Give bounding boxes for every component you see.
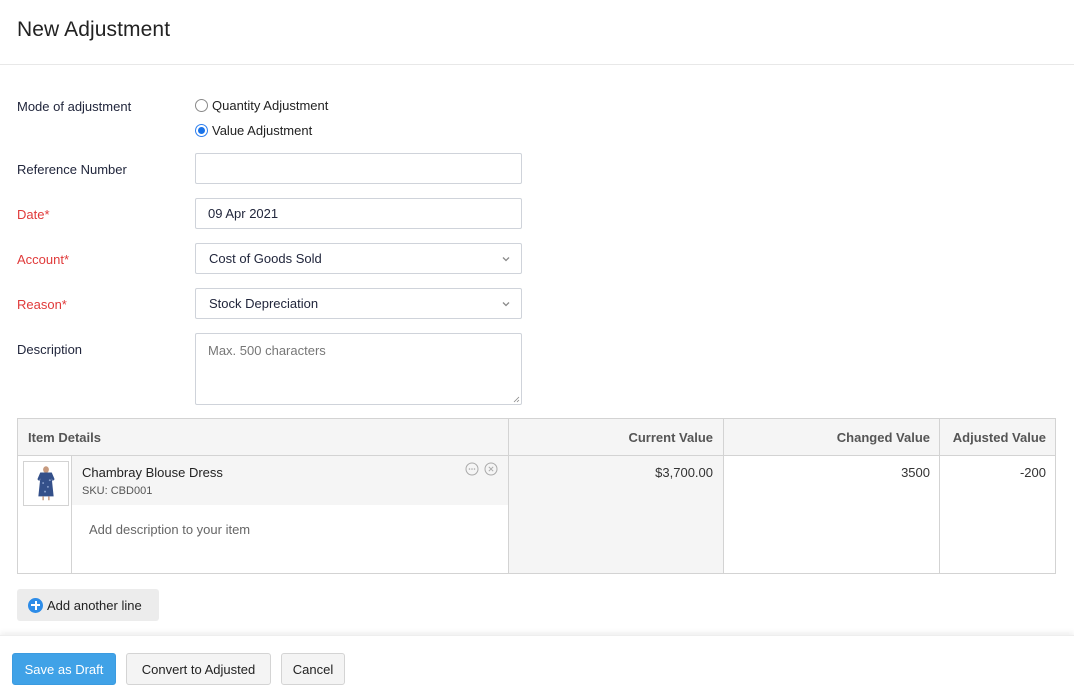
radio-unchecked-icon[interactable] [195,99,208,112]
item-name[interactable]: Chambray Blouse Dress [82,465,223,480]
reference-number-label: Reference Number [17,162,127,177]
more-options-icon[interactable] [465,462,479,476]
account-value: Cost of Goods Sold [209,251,322,266]
reason-select[interactable]: Stock Depreciation [195,288,522,319]
column-divider [508,419,509,573]
account-select[interactable]: Cost of Goods Sold [195,243,522,274]
column-divider [939,419,940,573]
column-header-current-value: Current Value [628,430,713,445]
column-header-adjusted-value: Adjusted Value [952,430,1046,445]
changed-value-input[interactable]: 3500 [724,465,930,480]
item-description-input[interactable]: Add description to your item [89,522,250,537]
item-thumbnail [23,461,69,506]
cancel-button[interactable]: Cancel [281,653,345,685]
radio-quantity-adjustment[interactable]: Quantity Adjustment [195,98,328,113]
reason-value: Stock Depreciation [209,296,319,311]
convert-to-adjusted-button[interactable]: Convert to Adjusted [126,653,271,685]
description-label: Description [17,342,83,357]
description-textarea[interactable]: Max. 500 characters [195,333,522,405]
description-placeholder: Max. 500 characters [208,343,326,358]
item-sku: SKU: CBD001 [82,485,153,497]
date-input[interactable]: 09 Apr 2021 [195,198,522,229]
item-header-area [72,456,508,505]
radio-checked-icon[interactable] [195,124,208,137]
chevron-down-icon [502,302,510,307]
remove-item-icon[interactable] [484,462,498,476]
table-header: Item Details Current Value Changed Value… [18,419,1055,456]
date-label: Date* [17,207,50,222]
dress-image-icon [37,466,55,501]
column-header-changed-value: Changed Value [836,430,930,445]
item-table: Item Details Current Value Changed Value… [17,418,1056,574]
resize-handle-icon[interactable] [512,395,520,403]
footer-bar: Save as Draft Convert to Adjusted Cancel [0,635,1074,696]
radio-label: Quantity Adjustment [212,98,329,113]
add-line-label: Add another line [47,597,142,613]
save-as-draft-button[interactable]: Save as Draft [12,653,116,685]
mode-label: Mode of adjustment [17,99,132,114]
reason-label: Reason* [17,297,67,312]
column-header-item-details: Item Details [28,430,101,445]
account-label: Account* [17,252,70,267]
plus-circle-icon [28,597,43,613]
adjusted-value: -200 [1019,465,1046,480]
page-title: New Adjustment [17,18,171,41]
column-divider [723,419,724,573]
reference-number-input[interactable] [195,153,522,184]
chevron-down-icon [502,257,510,262]
radio-value-adjustment[interactable]: Value Adjustment [195,123,312,138]
date-value: 09 Apr 2021 [208,206,279,221]
radio-label: Value Adjustment [212,123,313,138]
current-value: $3,700.00 [655,465,713,480]
add-another-line-button[interactable]: Add another line [17,589,159,621]
page-header: New Adjustment [0,0,1074,65]
